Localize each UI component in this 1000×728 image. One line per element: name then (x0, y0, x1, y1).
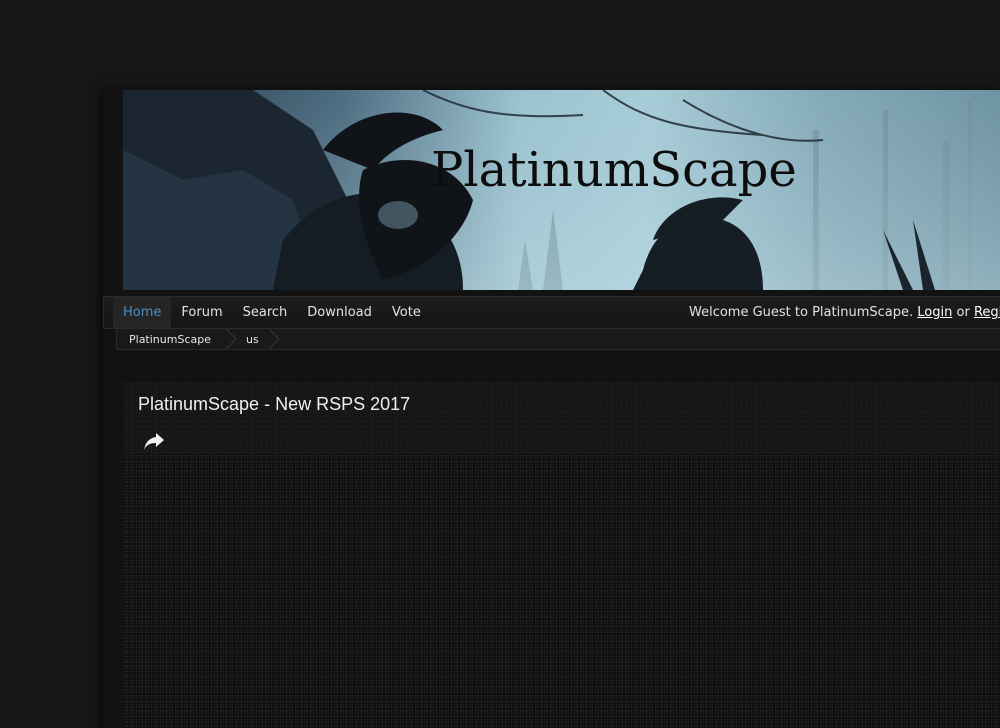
video-header: PlatinumScape - New RSPS 2017 (123, 382, 1000, 454)
nav-item-home[interactable]: Home (113, 297, 172, 328)
nav-list: Home Forum Search Download Vote (113, 297, 431, 328)
site-logo-title: PlatinumScape (431, 142, 797, 198)
breadcrumb-separator-icon (268, 329, 281, 349)
nav-item-search[interactable]: Search (233, 297, 298, 328)
header-banner[interactable]: PlatinumScape (123, 90, 1000, 290)
video-embed[interactable]: PlatinumScape - New RSPS 2017 (123, 382, 1000, 728)
nav-item-forum[interactable]: Forum (171, 297, 232, 328)
breadcrumb-item-current[interactable]: us (246, 329, 259, 349)
share-arrow-icon[interactable] (143, 431, 165, 451)
or-text: or (956, 305, 970, 320)
site-container: PlatinumScape Home Forum Search Download… (103, 89, 1000, 728)
breadcrumb: PlatinumScape us (116, 329, 1000, 350)
login-link[interactable]: Login (917, 305, 952, 320)
video-title[interactable]: PlatinumScape - New RSPS 2017 (138, 394, 410, 415)
welcome-text: Welcome Guest to PlatinumScape. (689, 305, 914, 320)
breadcrumb-separator-icon (225, 329, 238, 349)
breadcrumb-item-home[interactable]: PlatinumScape (129, 329, 211, 349)
welcome-message: Welcome Guest to PlatinumScape. Login or… (689, 297, 1000, 329)
nav-item-vote[interactable]: Vote (382, 297, 431, 328)
main-navbar: Home Forum Search Download Vote Welcome … (103, 296, 1000, 329)
register-link[interactable]: Register (974, 305, 1000, 320)
nav-item-download[interactable]: Download (297, 297, 382, 328)
page: PlatinumScape Home Forum Search Download… (0, 0, 1000, 728)
